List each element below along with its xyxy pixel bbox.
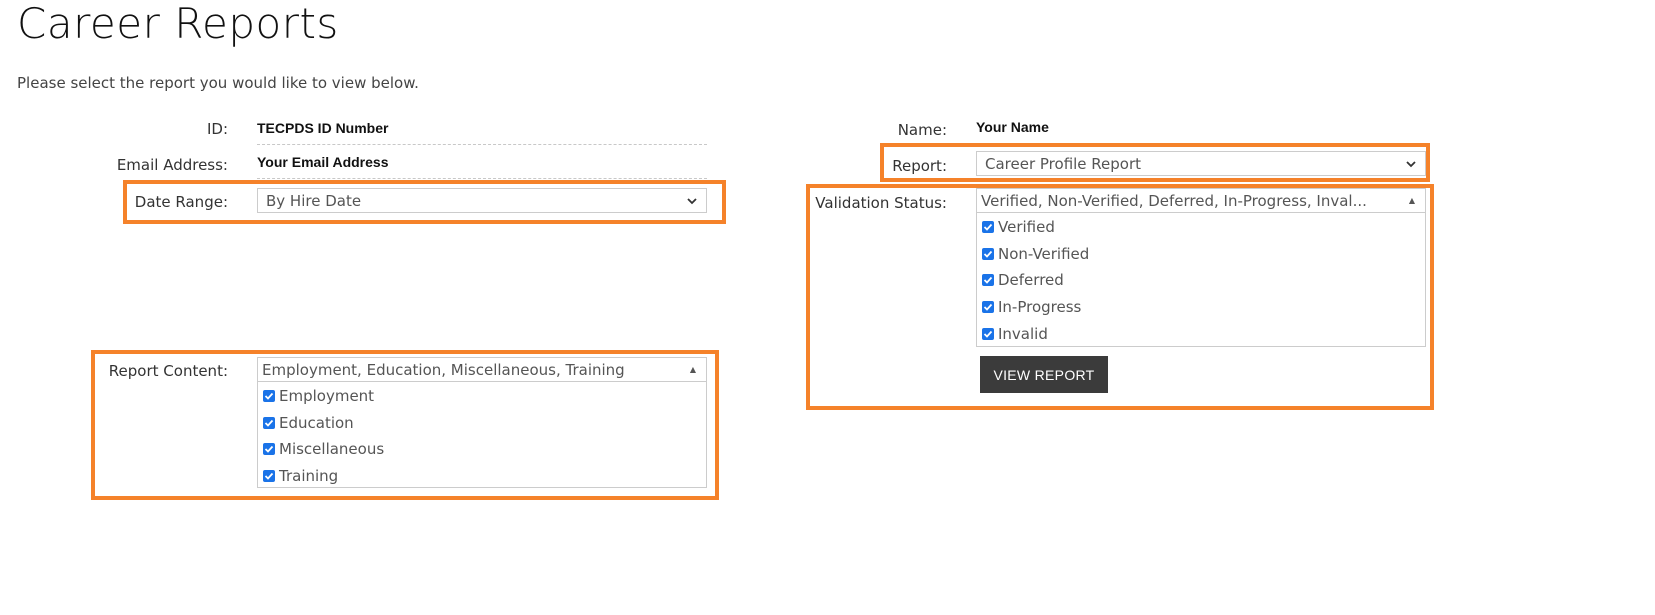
id-label: ID: [206, 120, 228, 138]
checkbox[interactable] [263, 443, 275, 456]
option-label: Verified [998, 218, 1055, 237]
option-label: Education [279, 413, 354, 432]
report-content-summary: Employment, Education, Miscellaneous, Tr… [262, 360, 625, 379]
checkbox[interactable] [982, 327, 994, 340]
checkbox[interactable] [982, 221, 994, 234]
checkmark-icon [264, 446, 274, 454]
report-content-multiselect[interactable]: Employment, Education, Miscellaneous, Tr… [257, 357, 707, 382]
view-report-button[interactable]: VIEW REPORT [980, 356, 1108, 393]
name-value: Your Name [976, 119, 1426, 144]
report-label: Report: [892, 157, 947, 175]
checkbox[interactable] [263, 416, 275, 429]
report-content-option-employment[interactable]: Employment [258, 383, 706, 410]
email-label: Email Address: [116, 156, 228, 174]
report-content-option-training[interactable]: Training [258, 463, 706, 490]
validation-option-invalid[interactable]: Invalid [977, 320, 1425, 347]
validation-option-verified[interactable]: Verified [977, 214, 1425, 241]
checkbox[interactable] [263, 390, 275, 403]
checkmark-icon [983, 224, 993, 232]
report-content-label: Report Content: [108, 362, 228, 380]
report-selected: Career Profile Report [985, 154, 1142, 173]
report-content-option-education[interactable]: Education [258, 410, 706, 437]
checkmark-icon [983, 330, 993, 338]
intro-text: Please select the report you would like … [17, 74, 419, 92]
triangle-up-icon: ▲ [1408, 196, 1415, 205]
checkmark-icon [264, 393, 274, 401]
validation-status-multiselect[interactable]: Verified, Non-Verified, Deferred, In-Pro… [976, 188, 1426, 213]
triangle-up-icon: ▲ [689, 365, 696, 374]
checkmark-icon [983, 277, 993, 285]
date-range-label: Date Range: [134, 193, 228, 211]
id-value: TECPDS ID Number [257, 120, 707, 145]
checkbox[interactable] [982, 247, 994, 260]
checkmark-icon [264, 472, 274, 480]
date-range-selected: By Hire Date [266, 191, 362, 210]
checkbox[interactable] [982, 274, 994, 287]
option-label: In-Progress [998, 298, 1082, 317]
validation-option-deferred[interactable]: Deferred [977, 267, 1425, 294]
validation-status-summary: Verified, Non-Verified, Deferred, In-Pro… [981, 191, 1367, 210]
report-content-options: Employment Education Miscellaneous Train… [257, 382, 707, 488]
validation-status-label: Validation Status: [815, 194, 947, 212]
option-label: Deferred [998, 271, 1064, 290]
checkbox[interactable] [263, 470, 275, 483]
option-label: Non-Verified [998, 244, 1090, 263]
name-label: Name: [897, 121, 947, 139]
checkbox[interactable] [982, 301, 994, 314]
date-range-select[interactable]: By Hire Date [257, 188, 707, 213]
checkmark-icon [264, 419, 274, 427]
option-label: Miscellaneous [279, 440, 385, 459]
checkmark-icon [983, 303, 993, 311]
validation-option-non-verified[interactable]: Non-Verified [977, 241, 1425, 268]
validation-status-options: Verified Non-Verified Deferred In-Progre… [976, 213, 1426, 347]
report-content-option-miscellaneous[interactable]: Miscellaneous [258, 436, 706, 463]
report-select[interactable]: Career Profile Report [976, 151, 1426, 176]
checkmark-icon [983, 250, 993, 258]
option-label: Employment [279, 387, 375, 406]
validation-option-in-progress[interactable]: In-Progress [977, 294, 1425, 321]
chevron-down-icon [1406, 160, 1416, 167]
page-title: Career Reports [17, 0, 339, 48]
chevron-down-icon [687, 197, 697, 204]
email-value: Your Email Address [257, 154, 707, 179]
option-label: Training [279, 467, 339, 486]
option-label: Invalid [998, 324, 1048, 343]
